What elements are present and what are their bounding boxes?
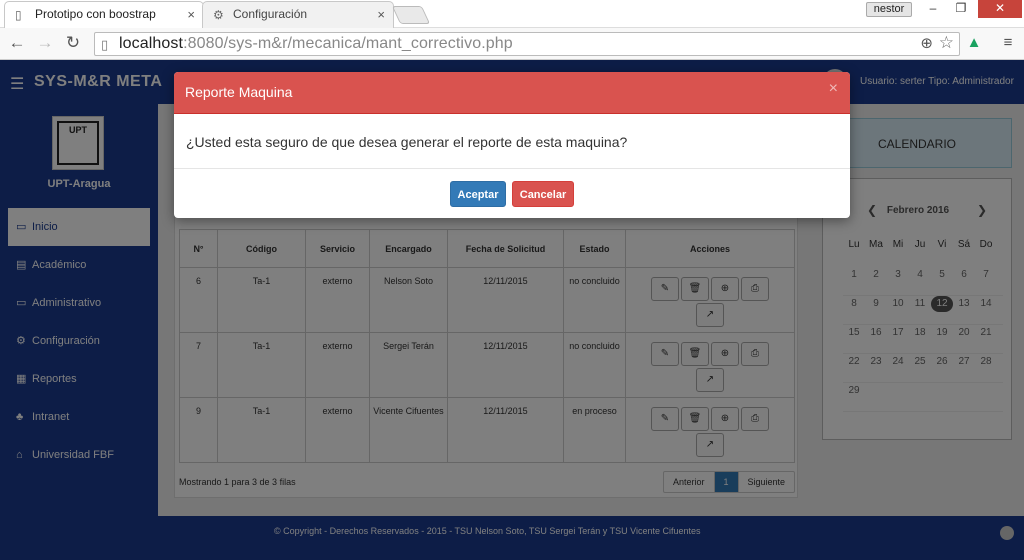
minimize-button[interactable]: – [918, 0, 948, 18]
bookmark-star-icon[interactable]: ☆ [939, 33, 954, 53]
page-icon: ▯ [15, 8, 22, 22]
modal-message: ¿Usted esta seguro de que desea generar … [186, 134, 628, 150]
close-tab-icon[interactable]: × [377, 2, 385, 27]
url-path: :8080/sys-m&r/mecanica/mant_correctivo.p… [183, 35, 513, 52]
forward-arrow-icon[interactable]: → [34, 32, 56, 54]
zoom-icon[interactable]: ⊕ [920, 34, 933, 52]
tab-title: Prototipo con boostrap [35, 7, 156, 21]
address-bar[interactable]: ▯ localhost:8080/sys-m&r/mecanica/mant_c… [94, 32, 960, 56]
chrome-menu-icon[interactable]: ≡ [998, 33, 1018, 53]
report-modal: Reporte Maquina × ¿Usted esta seguro de … [174, 72, 850, 218]
tab-configuracion[interactable]: ⚙ Configuración × [202, 1, 394, 28]
reload-icon[interactable]: ↻ [62, 32, 84, 54]
close-icon[interactable]: × [829, 80, 838, 98]
tab-title: Configuración [233, 7, 308, 21]
modal-footer: Aceptar Cancelar [174, 168, 850, 218]
cancel-button[interactable]: Cancelar [512, 181, 574, 207]
browser-tab-strip: ▯ Prototipo con boostrap × ⚙ Configuraci… [0, 0, 1024, 28]
modal-title: Reporte Maquina [185, 84, 293, 100]
close-tab-icon[interactable]: × [187, 2, 195, 27]
profile-button[interactable]: nestor [866, 2, 912, 17]
modal-header: Reporte Maquina × [174, 72, 850, 114]
gear-icon: ⚙ [213, 8, 224, 22]
drive-icon[interactable]: ▲ [964, 33, 984, 53]
browser-toolbar: ← → ↻ ▯ localhost:8080/sys-m&r/mecanica/… [0, 28, 1024, 60]
url-text: localhost:8080/sys-m&r/mecanica/mant_cor… [119, 35, 513, 53]
tab-prototipo[interactable]: ▯ Prototipo con boostrap × [4, 1, 204, 28]
page-icon: ▯ [101, 37, 109, 52]
window-close-button[interactable]: ✕ [978, 0, 1022, 18]
maximize-button[interactable]: ❐ [946, 0, 976, 18]
accept-button[interactable]: Aceptar [450, 181, 506, 207]
url-host: localhost [119, 35, 184, 52]
new-tab-button[interactable] [391, 6, 431, 24]
back-arrow-icon[interactable]: ← [6, 32, 28, 54]
